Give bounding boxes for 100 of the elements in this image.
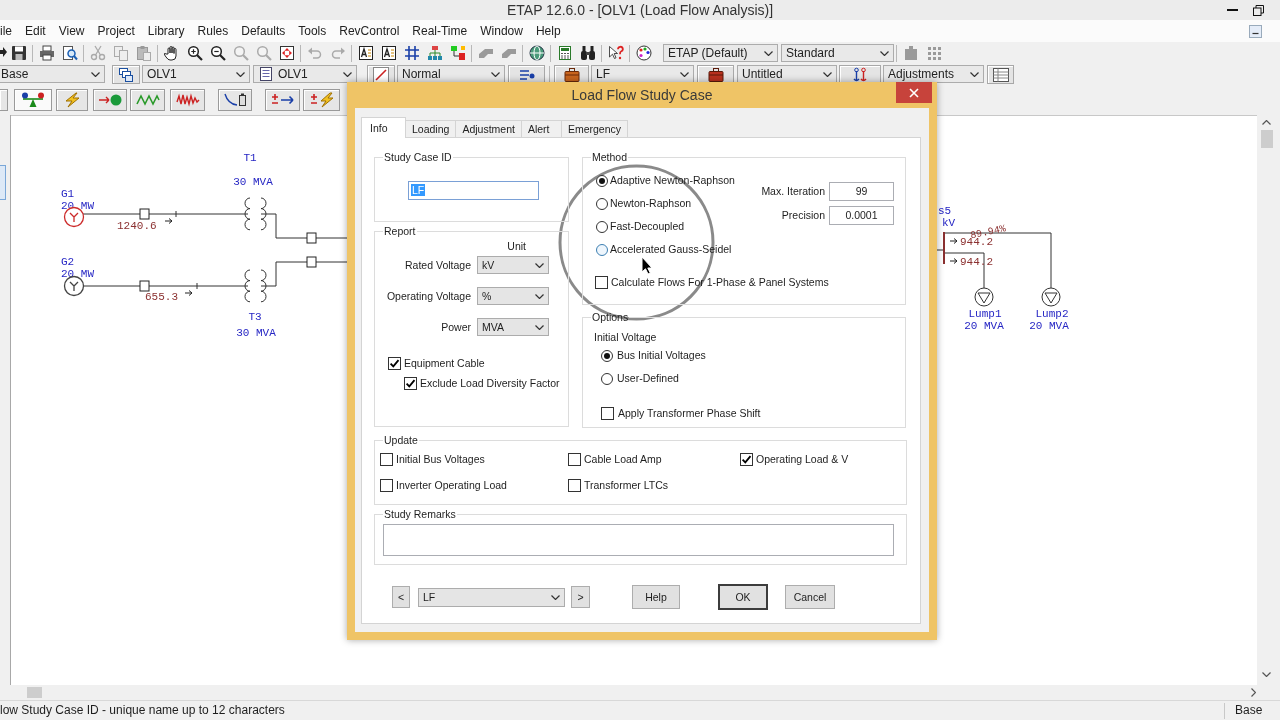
tab[interactable]: Loading: [405, 120, 457, 137]
text-box-icon[interactable]: [380, 45, 397, 61]
menu-item[interactable]: Library: [147, 23, 185, 39]
breaker-symbol[interactable]: [139, 208, 150, 220]
field-label: Power: [440, 320, 471, 334]
dialog-button[interactable]: OK: [718, 584, 768, 610]
globe-icon[interactable]: [528, 45, 545, 61]
toolbar-button[interactable]: [14, 88, 52, 111]
arrow-right-icon[interactable]: [1251, 688, 1256, 697]
toolbar-dropdown[interactable]: ETAP (Default): [663, 44, 778, 62]
window-title: ETAP 12.6.0 - [OLV1 (Load Flow Analysis)]: [506, 1, 774, 19]
menu-item[interactable]: Window: [480, 23, 523, 39]
unit-dropdown[interactable]: kV: [477, 256, 549, 274]
toolbar-dropdown[interactable]: OLV1: [253, 65, 357, 83]
radio-button[interactable]: [596, 174, 608, 187]
checkbox[interactable]: [380, 479, 393, 492]
printer-icon[interactable]: [38, 45, 55, 61]
number-field[interactable]: 0.0001: [829, 206, 894, 225]
briefcase-icon: [563, 66, 580, 83]
tab[interactable]: Emergency: [560, 120, 628, 137]
minimize-icon[interactable]: [1249, 24, 1262, 38]
grid-icon[interactable]: [403, 45, 420, 61]
menu-item[interactable]: Edit: [25, 23, 46, 39]
checkbox[interactable]: [380, 453, 393, 466]
calculator-icon[interactable]: [556, 45, 573, 61]
checkbox[interactable]: [601, 407, 614, 420]
menu-item[interactable]: Project: [97, 23, 135, 39]
menu-item[interactable]: Real-Time: [412, 23, 468, 39]
unit-dropdown[interactable]: %: [477, 287, 549, 305]
menu-item[interactable]: Help: [535, 23, 561, 39]
menu-item[interactable]: Tools: [298, 23, 327, 39]
tab[interactable]: Adjustment: [455, 120, 522, 137]
radio-button[interactable]: [596, 243, 608, 256]
menu-item[interactable]: ile: [0, 23, 12, 39]
dialog-button[interactable]: Help: [632, 585, 680, 609]
palette-icon[interactable]: [635, 45, 652, 61]
checkbox[interactable]: [568, 479, 581, 492]
group-title: Study Case ID: [383, 150, 453, 164]
unit-dropdown[interactable]: MVA: [477, 318, 549, 336]
toolbar-dropdown[interactable]: OLV1: [142, 65, 250, 83]
toolbar-dropdown[interactable]: Standard: [781, 44, 894, 62]
study-case-dropdown[interactable]: LF: [418, 587, 565, 607]
zoom-out-icon[interactable]: [209, 45, 226, 61]
checkbox-label: Cable Load Amp: [584, 453, 662, 466]
radio-label: Bus Initial Voltages: [617, 349, 706, 362]
breaker-symbol[interactable]: [139, 280, 150, 292]
toolbar-button[interactable]: [112, 65, 140, 84]
checkbox[interactable]: [568, 453, 581, 466]
previous-button[interactable]: <: [392, 586, 410, 608]
load-symbol[interactable]: [1041, 287, 1061, 307]
dialog-button[interactable]: Cancel: [785, 585, 835, 609]
arrow-up-icon[interactable]: [1262, 120, 1271, 125]
zoom-in-icon[interactable]: [186, 45, 203, 61]
checkbox[interactable]: [595, 276, 608, 289]
menu-item[interactable]: Rules: [197, 23, 229, 39]
toolbar-dropdown[interactable]: Untitled: [737, 65, 837, 83]
menu-item[interactable]: RevControl: [339, 23, 400, 39]
scrollbar-thumb[interactable]: [27, 687, 42, 698]
breaker-symbol[interactable]: [306, 232, 317, 244]
close-button[interactable]: [896, 82, 932, 103]
radio-button[interactable]: [601, 372, 613, 385]
toolbar-button[interactable]: [987, 65, 1014, 84]
text-box-icon[interactable]: [357, 45, 374, 61]
network-icon[interactable]: [449, 45, 466, 61]
menu-item[interactable]: Defaults: [241, 23, 286, 39]
dot-grid-icon[interactable]: [925, 45, 942, 61]
transformer-symbol[interactable]: [244, 269, 267, 303]
binoculars-icon[interactable]: [579, 45, 596, 61]
remarks-field[interactable]: [383, 524, 894, 556]
checkbox[interactable]: [740, 453, 753, 466]
save-icon[interactable]: [10, 45, 27, 61]
checkbox[interactable]: [404, 377, 417, 390]
restore-icon[interactable]: [1253, 4, 1264, 16]
transformer-symbol[interactable]: [244, 197, 267, 231]
group-title: Method: [591, 150, 629, 164]
toolbar-dropdown[interactable]: LF: [591, 65, 694, 83]
arrow-down-icon[interactable]: [1262, 672, 1271, 677]
help-icon[interactable]: [607, 45, 624, 61]
hand-icon[interactable]: [163, 45, 180, 61]
next-button[interactable]: >: [571, 586, 590, 608]
network-icon[interactable]: [426, 45, 443, 61]
generator-symbol[interactable]: [63, 275, 85, 297]
fit-to-window-icon[interactable]: [278, 45, 295, 61]
tab[interactable]: Info: [361, 117, 406, 138]
toolbar-dropdown[interactable]: Base: [0, 65, 105, 83]
checkbox[interactable]: [388, 357, 401, 370]
radio-button[interactable]: [596, 197, 608, 210]
toolbar-dropdown[interactable]: Adjustments: [883, 65, 984, 83]
number-field[interactable]: 99: [829, 182, 894, 201]
menu-item[interactable]: View: [58, 23, 85, 39]
breaker-symbol[interactable]: [306, 256, 317, 268]
radio-button[interactable]: [596, 220, 608, 233]
toolbar-dropdown[interactable]: Normal: [397, 65, 505, 83]
scrollbar-thumb[interactable]: [1260, 130, 1273, 148]
field-label: Precision: [780, 209, 825, 222]
load-symbol[interactable]: [974, 287, 994, 307]
print-preview-icon[interactable]: [61, 45, 78, 61]
toolbar-button[interactable]: [170, 88, 205, 111]
radio-button[interactable]: [601, 349, 613, 362]
toolbar-button[interactable]: [218, 88, 252, 111]
